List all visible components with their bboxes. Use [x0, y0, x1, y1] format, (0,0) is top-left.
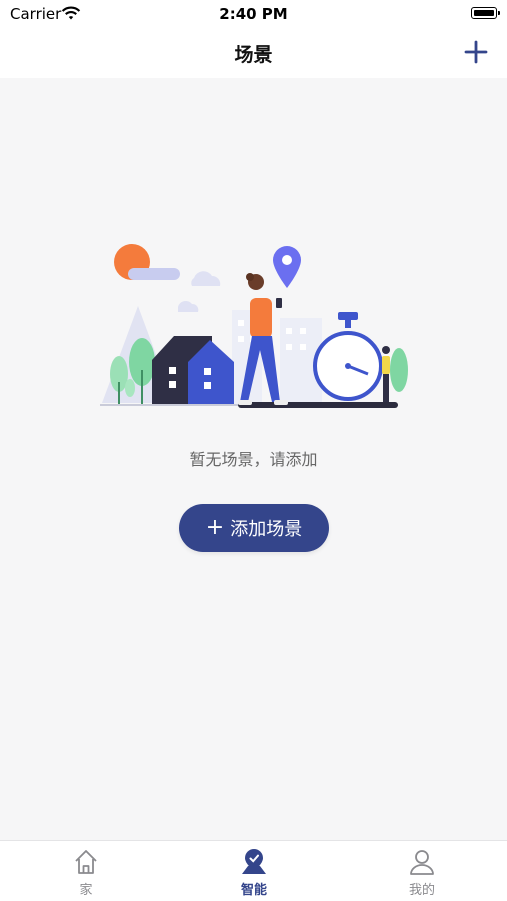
- add-scene-label: 添加场景: [230, 519, 303, 540]
- cloud-shape: [191, 271, 221, 286]
- plus-icon: +: [205, 515, 225, 540]
- tab-smart-label: 智能: [240, 883, 267, 898]
- smart-icon: [242, 849, 266, 874]
- status-time: 2:40 PM: [219, 5, 288, 23]
- stopwatch-figure: [313, 312, 383, 401]
- tree-shape: [125, 379, 135, 397]
- nav-bar: 场景: [0, 28, 507, 78]
- tab-mine[interactable]: 我的: [372, 847, 472, 899]
- tab-smart[interactable]: 智能: [204, 847, 304, 899]
- tab-home-label: 家: [79, 883, 93, 898]
- add-scene-button[interactable]: + 添加场景: [179, 504, 329, 552]
- cloud-shape: [128, 268, 180, 280]
- tab-home[interactable]: 家: [36, 847, 136, 899]
- status-bar: Carrier 2:40 PM: [0, 0, 507, 28]
- page-title: 场景: [234, 44, 273, 66]
- home-icon: [75, 850, 97, 874]
- person-icon: [410, 850, 434, 875]
- cloud-shape: [178, 300, 199, 312]
- battery-icon: [471, 7, 500, 19]
- tab-mine-label: 我的: [408, 883, 435, 898]
- empty-state-message: 暂无场景，请添加: [189, 450, 318, 469]
- add-scene-icon-button[interactable]: [463, 39, 489, 65]
- location-pin-icon: [273, 246, 301, 288]
- empty-state-illustration: [100, 244, 408, 408]
- tab-bar: 家 智能 我的: [0, 840, 507, 901]
- small-person-figure: [382, 346, 408, 402]
